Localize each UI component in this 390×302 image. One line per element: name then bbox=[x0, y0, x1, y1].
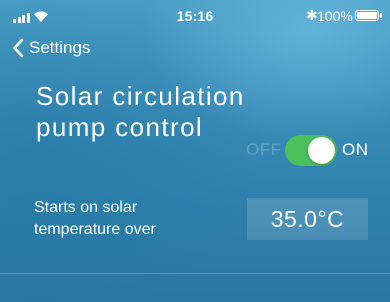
bluetooth-icon: ✱ bbox=[306, 7, 318, 23]
toggle-on-label: ON bbox=[342, 140, 369, 159]
temperature-threshold-field[interactable]: 35.0°C bbox=[247, 198, 368, 240]
pump-toggle-switch[interactable] bbox=[285, 135, 337, 166]
page-title: Solar circulation pump control bbox=[36, 81, 245, 143]
bottom-divider bbox=[0, 273, 390, 274]
battery-percentage: 100% bbox=[317, 8, 353, 24]
status-bar: 15:16 ✱ 100% bbox=[0, 0, 390, 36]
battery-icon bbox=[355, 10, 379, 21]
temperature-threshold-value: 35.0°C bbox=[270, 205, 345, 232]
start-temperature-label-line-1: Starts on solar bbox=[34, 199, 138, 216]
battery-cap bbox=[380, 13, 382, 18]
start-temperature-label-line-2: temperature over bbox=[34, 221, 156, 238]
start-temperature-label: Starts on solar temperature over bbox=[34, 197, 156, 241]
toggle-knob bbox=[308, 137, 335, 164]
toggle-off-label: OFF bbox=[246, 140, 282, 159]
back-label: Settings bbox=[29, 38, 91, 57]
back-button[interactable]: Settings bbox=[12, 38, 90, 58]
chevron-left-icon bbox=[13, 38, 24, 58]
page-title-line-1: Solar circulation bbox=[36, 81, 245, 111]
page-title-line-2: pump control bbox=[36, 112, 204, 142]
